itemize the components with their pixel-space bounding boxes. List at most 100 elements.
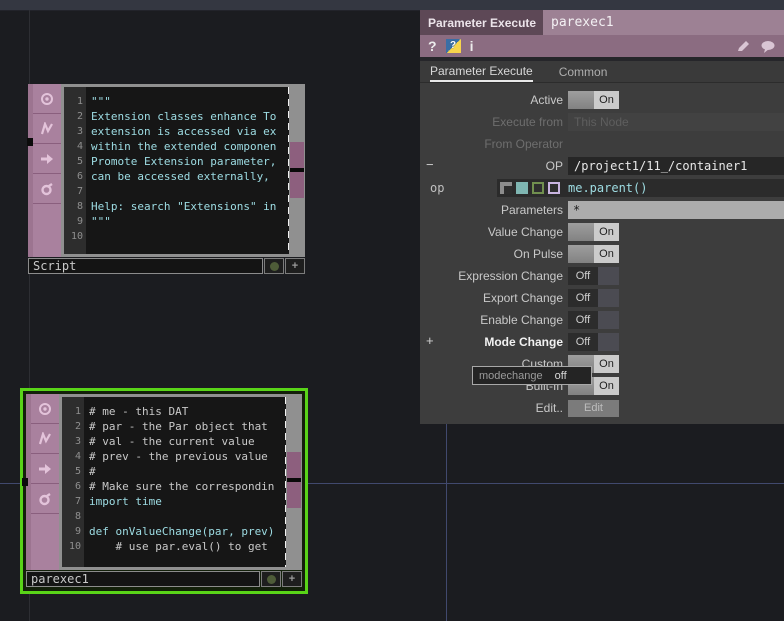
line-number: 6 [76, 171, 83, 182]
mode-expression-icon[interactable] [516, 182, 528, 194]
node-name-label[interactable]: parexec1 [26, 571, 260, 587]
comment-bubble-icon[interactable] [760, 40, 776, 53]
output-connector[interactable] [290, 142, 304, 168]
help-icon[interactable]: ? [428, 39, 437, 53]
param-row-export-change: Export Change Off [420, 287, 784, 309]
language-flag[interactable] [33, 174, 61, 204]
code-line: # me - this DAT [89, 405, 189, 418]
node-expand-cell[interactable]: + [285, 258, 305, 274]
toggle-state-label: On [594, 377, 619, 395]
button-edit[interactable]: Edit [568, 399, 619, 417]
node-name-field[interactable]: parexec1 [543, 10, 784, 35]
param-row-execute-from: Execute from This Node [420, 111, 784, 133]
menu-field-execute-from[interactable]: This Node [568, 113, 784, 131]
code-line: """ [91, 95, 111, 108]
toggle-slider [568, 223, 594, 241]
toggle-slider [598, 267, 619, 285]
export-flag[interactable] [31, 454, 59, 484]
dat-text-viewer[interactable]: 1 2 3 4 5 6 7 8 9 10 """ Extension classes enhance… [61, 84, 305, 257]
circle-icon [41, 92, 53, 105]
mode-constant-icon[interactable] [500, 182, 512, 194]
export-flag[interactable] [33, 144, 61, 174]
output-connector[interactable] [290, 172, 304, 198]
line-number: 5 [76, 156, 83, 167]
toggle-value-change[interactable]: On [568, 223, 619, 241]
code-line: # val - the current value [89, 435, 255, 448]
code-line: extension is accessed via ex [91, 125, 277, 138]
expand-icon[interactable]: + [426, 334, 434, 347]
line-number: 8 [76, 201, 83, 212]
toggle-state-label: Off [568, 289, 598, 307]
code-line: can be accessed externally, [91, 170, 270, 183]
line-number: 9 [74, 526, 81, 537]
node-flag-column [31, 394, 59, 570]
output-connector[interactable] [287, 452, 301, 478]
toggle-expression-change[interactable]: Off [568, 267, 619, 285]
parameter-tabs: Parameter Execute Common [420, 61, 784, 83]
code-line: Help: search "Extensions" in [91, 200, 277, 213]
code-text: # me - this DAT # par - the Par object th… [84, 397, 286, 567]
status-dot-icon [266, 574, 276, 584]
line-number: 3 [76, 126, 83, 137]
cook-flag[interactable] [31, 424, 59, 454]
toggle-state-label: On [594, 355, 619, 373]
node-color-cell[interactable] [264, 258, 284, 274]
node-expand-cell[interactable]: + [282, 571, 302, 587]
viewer-flag[interactable] [31, 394, 59, 424]
lightning-icon [38, 431, 51, 444]
mode-bind-icon[interactable] [548, 182, 560, 194]
collapse-icon[interactable]: − [426, 158, 434, 171]
param-row-active: Active On [420, 89, 784, 111]
dat-node-parexec1[interactable]: 1 2 3 4 5 6 7 8 9 10 # me - this DAT # par - the P… [22, 394, 302, 588]
toggle-on-pulse[interactable]: On [568, 245, 619, 263]
text-clip-edge [288, 87, 289, 254]
node-name-label[interactable]: Script [28, 258, 263, 274]
code-line: Extension classes enhance To [91, 110, 277, 123]
toggle-active[interactable]: On [568, 91, 619, 109]
lightning-icon [40, 121, 53, 134]
tab-common[interactable]: Common [559, 61, 608, 82]
toggle-enable-change[interactable]: Off [568, 311, 619, 329]
python-help-icon[interactable]: ? [445, 39, 461, 53]
line-number: 2 [74, 421, 81, 432]
toggle-export-change[interactable]: Off [568, 289, 619, 307]
toggle-slider [598, 333, 619, 351]
param-label-from-operator: From Operator [484, 137, 563, 151]
input-connector[interactable] [22, 478, 28, 486]
param-row-op: op me.parent() [420, 177, 784, 199]
dat-node-script[interactable]: 1 2 3 4 5 6 7 8 9 10 """ Extension classes enhance… [27, 84, 305, 274]
text-field-op[interactable]: /project1/11_/container1 [568, 157, 784, 175]
node-color-cell[interactable] [261, 571, 281, 587]
dat-text-viewer[interactable]: 1 2 3 4 5 6 7 8 9 10 # me - this DAT # par - the P… [59, 394, 302, 570]
line-number: 1 [76, 96, 83, 107]
param-label-mode-change: Mode Change [484, 335, 563, 349]
text-clip-edge [285, 397, 286, 567]
input-connector[interactable] [27, 138, 33, 146]
language-flag[interactable] [31, 484, 59, 514]
line-number: 7 [76, 186, 83, 197]
cook-flag[interactable] [33, 114, 61, 144]
mode-export-icon[interactable] [532, 182, 544, 194]
viewer-flag[interactable] [33, 84, 61, 114]
toggle-mode-change[interactable]: Off [568, 333, 619, 351]
dialog-title: Parameter Execute [420, 10, 543, 35]
tooltip-param-name: modechange [479, 369, 543, 382]
output-connector[interactable] [287, 482, 301, 508]
input-field-parameters[interactable]: * [568, 201, 784, 219]
expression-field[interactable]: me.parent() [497, 179, 784, 197]
tab-parameter-execute[interactable]: Parameter Execute [430, 61, 533, 82]
line-number: 8 [74, 511, 81, 522]
info-icon[interactable]: i [470, 39, 474, 53]
pencil-icon[interactable] [736, 39, 751, 53]
toggle-slider [598, 289, 619, 307]
line-number: 4 [74, 451, 81, 462]
line-number: 4 [76, 141, 83, 152]
param-row-edit: Edit.. Edit [420, 397, 784, 419]
selection-outline: 1 2 3 4 5 6 7 8 9 10 # me - this DAT # par - the P… [20, 388, 308, 594]
node-flag-column [33, 84, 61, 257]
code-line: # prev - the previous value [89, 450, 268, 463]
param-label-active: Active [530, 93, 563, 107]
toggle-state-label: Off [568, 311, 598, 329]
